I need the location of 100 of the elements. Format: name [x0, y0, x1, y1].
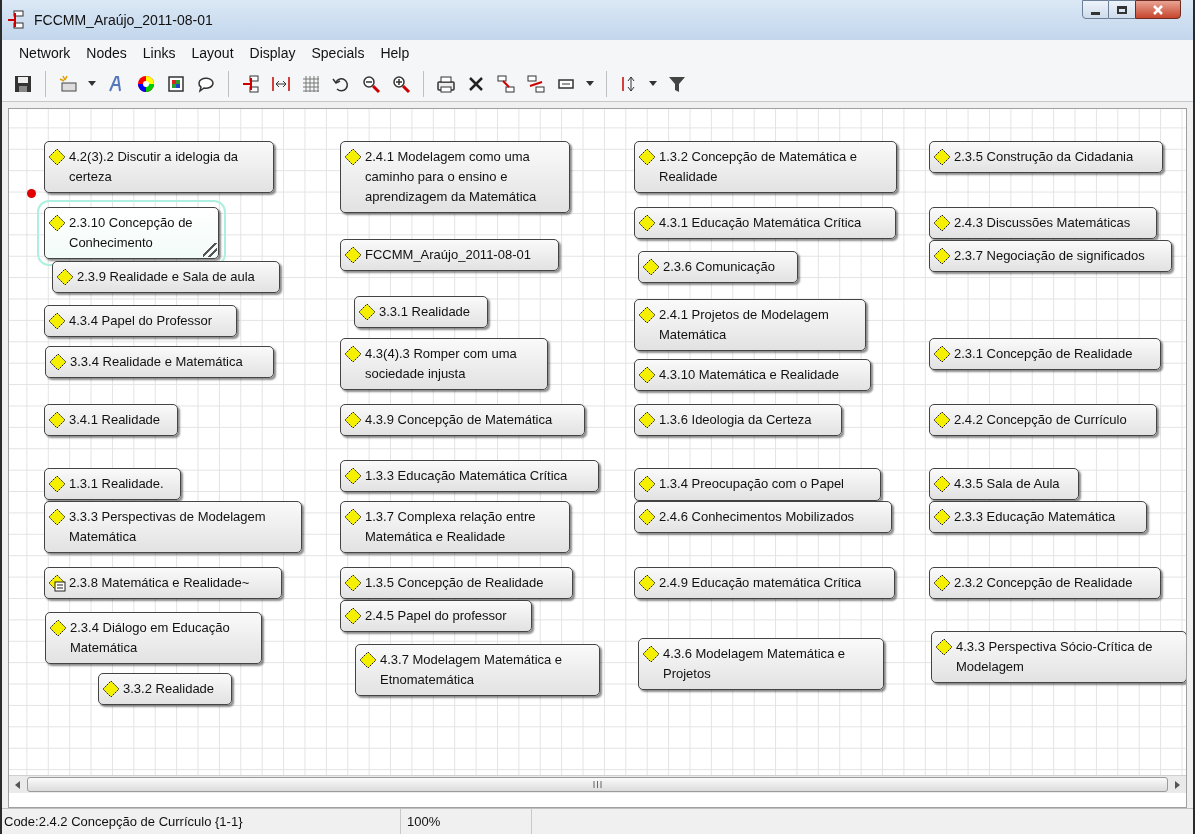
- menu-item[interactable]: Nodes: [79, 42, 134, 64]
- code-node[interactable]: 3.3.2 Realidade: [98, 673, 232, 705]
- code-node[interactable]: 4.3.7 Modelagem Matemática e Etnomatemática: [355, 644, 600, 696]
- code-node[interactable]: 4.3.4 Papel do Professor: [44, 305, 237, 337]
- diamond-icon: [638, 148, 656, 166]
- code-node[interactable]: 2.4.5 Papel do professor: [340, 600, 532, 632]
- node-label: 1.3.3 Educação Matemática Crítica: [365, 467, 568, 485]
- diamond-icon: [48, 312, 66, 330]
- scrollbar-thumb[interactable]: [27, 777, 1168, 792]
- node-label: 1.3.6 Ideologia da Certeza: [659, 411, 812, 429]
- code-node[interactable]: 2.3.7 Negociação de significados: [929, 240, 1172, 272]
- menu-item[interactable]: Links: [135, 42, 183, 64]
- code-node[interactable]: 2.3.2 Concepção de Realidade: [929, 567, 1161, 599]
- status-text: Code:2.4.2 Concepção de Currículo {1-1}: [3, 812, 244, 831]
- anchor-handle[interactable]: [27, 189, 36, 198]
- code-node[interactable]: FCCMM_Araújo_2011-08-01: [340, 239, 559, 271]
- print-icon: [436, 73, 456, 94]
- node-label: 2.3.1 Concepção de Realidade: [954, 345, 1133, 363]
- code-node[interactable]: 4.3.9 Concepção de Matemática: [340, 404, 585, 436]
- diamond-icon: [638, 508, 656, 526]
- node-label: 2.4.5 Papel do professor: [365, 607, 507, 625]
- node-label: 1.3.5 Concepção de Realidade: [365, 574, 544, 592]
- diamond-icon: [638, 306, 656, 324]
- code-node[interactable]: 2.3.1 Concepção de Realidade: [929, 338, 1161, 370]
- code-node[interactable]: 2.4.9 Educação matemática Crítica: [634, 567, 895, 599]
- node-label: 2.4.3 Discussões Matemáticas: [954, 214, 1131, 232]
- diamond-icon: [344, 607, 362, 625]
- diamond-icon: [49, 353, 67, 371]
- app-icon: [6, 10, 26, 30]
- unlink-icon: [526, 73, 546, 94]
- node-label: 4.3.1 Educação Matemática Crítica: [659, 214, 862, 232]
- grip-icon: [593, 781, 602, 788]
- diamond-icon: [344, 148, 362, 166]
- close-icon: [1152, 4, 1164, 15]
- code-node[interactable]: 1.3.6 Ideologia da Certeza: [634, 404, 842, 436]
- menu-item[interactable]: Help: [373, 42, 417, 64]
- node-label: 3.4.1 Realidade: [69, 411, 161, 429]
- diamond-icon: [642, 258, 660, 276]
- diamond-icon: [344, 246, 362, 264]
- code-node[interactable]: 4.2(3).2 Discutir a idelogia da certeza: [44, 141, 274, 193]
- code-node[interactable]: 4.3.5 Sala de Aula: [929, 468, 1079, 500]
- grid-icon: [301, 73, 321, 94]
- code-node[interactable]: 1.3.4 Preocupação com o Papel: [634, 468, 881, 501]
- new-node-icon: [58, 73, 78, 94]
- code-node[interactable]: 2.3.5 Construção da Cidadania: [929, 141, 1163, 173]
- menu-item[interactable]: Layout: [184, 42, 241, 64]
- diamond-icon: [638, 475, 656, 493]
- diamond-icon: [933, 148, 951, 166]
- code-node[interactable]: 1.3.5 Concepção de Realidade: [340, 567, 573, 599]
- node-label: 4.3.5 Sala de Aula: [954, 475, 1060, 493]
- code-node[interactable]: 2.4.3 Discussões Matemáticas: [929, 207, 1157, 239]
- code-node[interactable]: 3.4.1 Realidade: [44, 404, 178, 436]
- diamond-icon: [344, 411, 362, 429]
- code-node[interactable]: 2.4.2 Concepção de Currículo: [929, 404, 1157, 436]
- code-node[interactable]: 3.3.3 Perspectivas de Modelagem Matemática: [44, 501, 302, 553]
- diamond-icon: [638, 411, 656, 429]
- node-label: 2.3.10 Concepção de Conhecimento: [69, 214, 194, 252]
- code-node[interactable]: 1.3.7 Complexa relação entre Matemática e Realidade: [340, 501, 570, 553]
- diamond-icon: [933, 411, 951, 429]
- diamond-icon: [642, 645, 660, 663]
- node-label: 4.3.4 Papel do Professor: [69, 312, 213, 330]
- menu-item[interactable]: Network: [12, 42, 78, 64]
- memo-diamond-icon: [48, 574, 66, 592]
- code-node[interactable]: 4.3.1 Educação Matemática Crítica: [634, 207, 896, 239]
- code-node[interactable]: 2.4.1 Modelagem como uma caminho para o ensino e aprendizagem da Matemática: [340, 141, 570, 213]
- diamond-icon: [933, 475, 951, 493]
- close-button[interactable]: [1135, 0, 1181, 19]
- code-node[interactable]: 4.3.10 Matemática e Realidade: [634, 359, 871, 391]
- diamond-icon: [638, 574, 656, 592]
- code-node[interactable]: 3.3.4 Realidade e Matemática: [45, 346, 274, 378]
- node-label: 2.4.2 Concepção de Currículo: [954, 411, 1127, 429]
- code-node[interactable]: 2.4.1 Projetos de Modelagem Matemática: [634, 299, 866, 351]
- caret-icon: [586, 81, 594, 86]
- code-node[interactable]: 4.3.3 Perspectiva Sócio-Crítica de Modelagem: [931, 631, 1186, 683]
- minimize-button[interactable]: [1082, 0, 1109, 19]
- code-node[interactable]: 2.3.8 Matemática e Realidade~: [44, 567, 282, 599]
- code-node[interactable]: 2.4.6 Conhecimentos Mobilizados: [634, 501, 892, 533]
- node-label: 2.3.6 Comunicação: [663, 258, 775, 276]
- code-node[interactable]: 4.3(4).3 Romper com uma sociedade injusta: [340, 338, 548, 390]
- node-label: 2.3.5 Construção da Cidadania: [954, 148, 1134, 166]
- maximize-button[interactable]: [1109, 0, 1135, 19]
- node-label: 3.3.4 Realidade e Matemática: [70, 353, 243, 371]
- code-node[interactable]: 3.3.1 Realidade: [354, 296, 488, 328]
- node-label: 1.3.1 Realidade.: [69, 475, 164, 493]
- menu-item[interactable]: Specials: [304, 42, 372, 64]
- code-node[interactable]: 1.3.1 Realidade.: [44, 468, 181, 500]
- diamond-icon: [638, 214, 656, 232]
- node-label: 2.3.4 Diálogo em Educação Matemática: [70, 619, 231, 657]
- code-node[interactable]: 1.3.3 Educação Matemática Crítica: [340, 460, 599, 492]
- code-node[interactable]: 2.3.3 Educação Matemática: [929, 501, 1147, 533]
- code-node[interactable]: 2.3.4 Diálogo em Educação Matemática: [45, 612, 262, 664]
- code-node[interactable]: 1.3.2 Concepção de Matemática e Realidade: [634, 141, 897, 193]
- code-node[interactable]: 2.3.6 Comunicação: [638, 251, 798, 283]
- diamond-icon: [48, 148, 66, 166]
- node-label: 1.3.4 Preocupação com o Papel: [659, 475, 844, 493]
- node-label: 3.3.3 Perspectivas de Modelagem Matemática: [69, 508, 267, 546]
- menu-item[interactable]: Display: [242, 42, 303, 64]
- diamond-icon: [358, 303, 376, 321]
- code-node[interactable]: 2.3.9 Realidade e Sala de aula: [52, 261, 280, 293]
- code-node[interactable]: 4.3.6 Modelagem Matemática e Projetos: [638, 638, 884, 690]
